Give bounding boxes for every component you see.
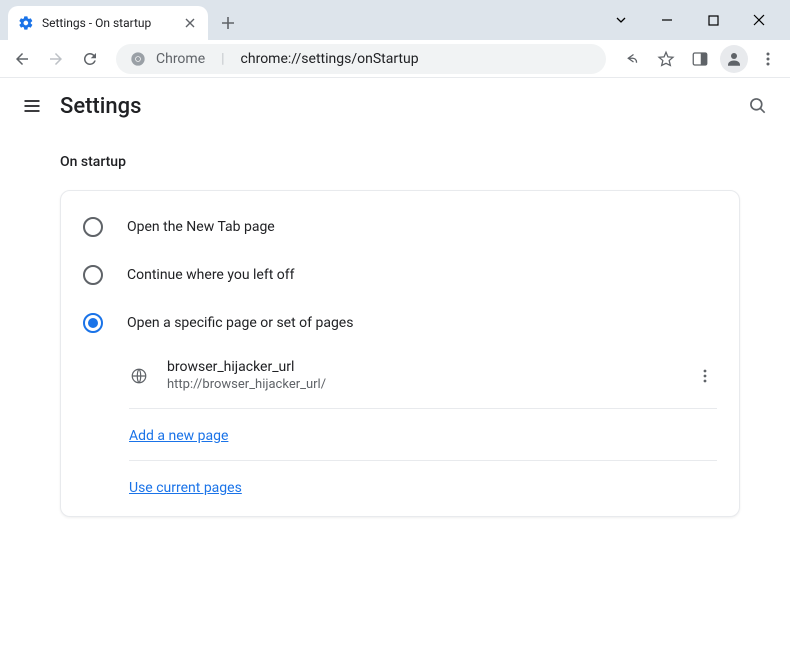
add-page-link[interactable]: Add a new page [129,428,228,444]
radio-label: Open the New Tab page [127,219,275,235]
close-window-button[interactable] [736,6,782,34]
reload-button[interactable] [76,45,104,73]
new-tab-button[interactable] [214,9,242,37]
browser-titlebar: Settings - On startup [0,0,790,40]
use-current-row: Use current pages [129,461,717,504]
use-current-pages-link[interactable]: Use current pages [129,480,242,496]
settings-gear-icon [18,15,34,31]
settings-header: Settings [0,78,790,134]
radio-icon [83,217,103,237]
radio-icon [83,313,103,333]
bookmark-star-icon[interactable] [652,45,680,73]
tab-strip: Settings - On startup [8,0,598,40]
forward-button[interactable] [42,45,70,73]
startup-page-entry: browser_hijacker_url http://browser_hija… [129,347,717,409]
tab-title: Settings - On startup [42,16,174,30]
page-entry-url: http://browser_hijacker_url/ [167,377,675,392]
startup-options-card: Open the New Tab page Continue where you… [60,190,740,517]
radio-label: Open a specific page or set of pages [127,315,353,331]
omnibox-separator: | [221,51,224,67]
page-entry-menu-icon[interactable] [693,364,717,388]
profile-avatar[interactable] [720,45,748,73]
radio-specific-pages[interactable]: Open a specific page or set of pages [61,299,739,347]
share-icon[interactable] [618,45,646,73]
specific-pages-section: browser_hijacker_url http://browser_hija… [129,347,717,504]
address-bar[interactable]: Chrome | chrome://settings/onStartup [116,44,606,74]
search-icon[interactable] [746,94,770,118]
add-page-row: Add a new page [129,409,717,461]
chrome-icon [130,51,146,67]
browser-tab[interactable]: Settings - On startup [8,6,208,40]
back-button[interactable] [8,45,36,73]
omnibox-scheme: Chrome [156,51,205,67]
radio-continue[interactable]: Continue where you left off [61,251,739,299]
section-title: On startup [60,154,768,170]
radio-open-new-tab[interactable]: Open the New Tab page [61,203,739,251]
globe-icon [129,366,149,386]
window-controls [598,0,782,40]
close-tab-icon[interactable] [182,15,198,31]
maximize-button[interactable] [690,6,736,34]
page-title: Settings [60,94,141,119]
browser-toolbar: Chrome | chrome://settings/onStartup [0,40,790,78]
minimize-button[interactable] [644,6,690,34]
page-entry-title: browser_hijacker_url [167,359,675,375]
chevron-down-icon[interactable] [598,6,644,34]
radio-icon [83,265,103,285]
chrome-menu-icon[interactable] [754,45,782,73]
settings-page: Settings On startup Open the New Tab pag… [0,78,790,658]
omnibox-url: chrome://settings/onStartup [241,51,592,67]
menu-hamburger-icon[interactable] [20,94,44,118]
radio-label: Continue where you left off [127,267,295,283]
side-panel-icon[interactable] [686,45,714,73]
